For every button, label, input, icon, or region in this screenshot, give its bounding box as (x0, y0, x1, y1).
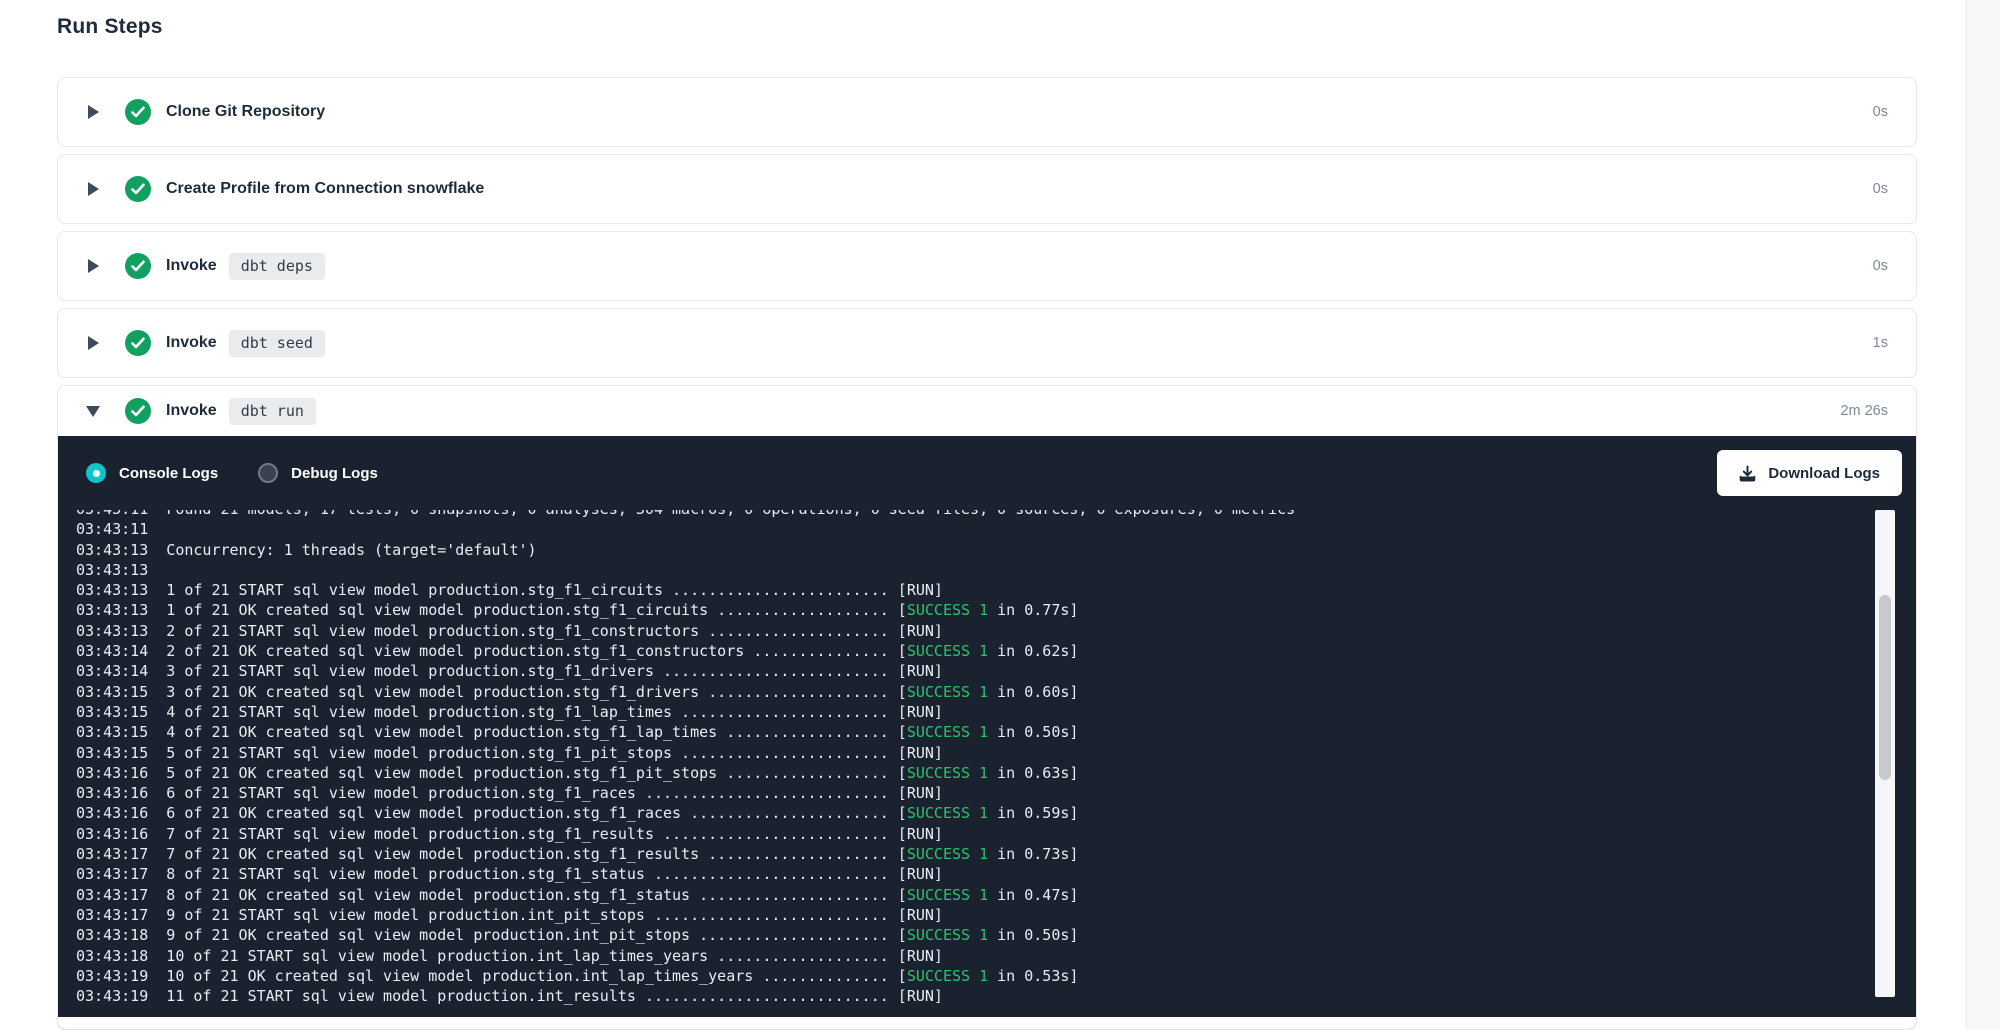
log-line: 03:43:11 (76, 519, 1916, 539)
log-lines: 03:43:11 Found 21 models, 17 tests, 0 sn… (76, 510, 1916, 1006)
log-status-success: SUCCESS 1 (907, 886, 988, 904)
log-line: 03:43:17 8 of 21 START sql view model pr… (76, 864, 1916, 884)
run-step-card: Clone Git Repository 0s (57, 77, 1917, 147)
log-status-success: SUCCESS 1 (907, 723, 988, 741)
download-icon (1739, 465, 1756, 482)
run-step-header[interactable]: Clone Git Repository 0s (58, 78, 1916, 146)
page-right-gutter (1966, 0, 2000, 1029)
debug-logs-radio[interactable]: Debug Logs (258, 463, 378, 483)
log-line: 03:43:16 5 of 21 OK created sql view mod… (76, 763, 1916, 783)
log-line: 03:43:19 11 of 21 START sql view model p… (76, 986, 1916, 1006)
expand-caret-icon[interactable] (86, 259, 100, 273)
log-line: 03:43:11 Found 21 models, 17 tests, 0 sn… (76, 510, 1916, 519)
log-status-success: SUCCESS 1 (907, 601, 988, 619)
log-line: 03:43:17 8 of 21 OK created sql view mod… (76, 885, 1916, 905)
log-scrollbar-thumb[interactable] (1879, 595, 1891, 780)
run-step-card: Invoke dbt deps 0s (57, 231, 1917, 301)
expand-caret-icon[interactable] (86, 404, 100, 418)
log-line: 03:43:18 10 of 21 START sql view model p… (76, 946, 1916, 966)
download-logs-button[interactable]: Download Logs (1717, 450, 1902, 496)
log-line: 03:43:18 9 of 21 OK created sql view mod… (76, 925, 1916, 945)
log-line: 03:43:13 2 of 21 START sql view model pr… (76, 621, 1916, 641)
run-step-card: Invoke dbt run 2m 26s Console Logs Debug… (57, 385, 1917, 1030)
page-title: Run Steps (57, 15, 1917, 39)
log-line: 03:43:14 2 of 21 OK created sql view mod… (76, 641, 1916, 661)
expand-caret-icon[interactable] (86, 336, 100, 350)
console-logs-radio[interactable]: Console Logs (86, 463, 218, 483)
debug-logs-label: Debug Logs (291, 465, 378, 482)
log-line: 03:43:19 10 of 21 OK created sql view mo… (76, 966, 1916, 986)
expand-caret-icon[interactable] (86, 182, 100, 196)
log-line: 03:43:15 5 of 21 START sql view model pr… (76, 743, 1916, 763)
log-line: 03:43:16 7 of 21 START sql view model pr… (76, 824, 1916, 844)
log-toolbar: Console Logs Debug Logs Download Logs (58, 436, 1916, 510)
success-check-icon (125, 176, 151, 202)
log-status-success: SUCCESS 1 (907, 642, 988, 660)
step-command-badge: dbt run (229, 398, 316, 425)
run-steps-section: Run Steps Clone Git Repository 0s Create… (57, 0, 1917, 1030)
run-steps-list: Clone Git Repository 0s Create Profile f… (57, 77, 1917, 1030)
step-duration: 0s (1873, 181, 1888, 197)
success-check-icon (125, 330, 151, 356)
run-step-header[interactable]: Create Profile from Connection snowflake… (58, 155, 1916, 223)
log-scrollbar-track[interactable] (1875, 510, 1895, 997)
log-line: 03:43:17 7 of 21 OK created sql view mod… (76, 844, 1916, 864)
log-line: 03:43:13 Concurrency: 1 threads (target=… (76, 540, 1916, 560)
step-label: Invoke (166, 257, 217, 275)
expanded-card-footer (58, 1017, 1916, 1029)
log-line: 03:43:15 4 of 21 START sql view model pr… (76, 702, 1916, 722)
success-check-icon (125, 99, 151, 125)
step-duration: 0s (1873, 104, 1888, 120)
log-line: 03:43:17 9 of 21 START sql view model pr… (76, 905, 1916, 925)
log-line: 03:43:13 1 of 21 OK created sql view mod… (76, 600, 1916, 620)
log-status-success: SUCCESS 1 (907, 764, 988, 782)
log-status-success: SUCCESS 1 (907, 845, 988, 863)
step-label: Invoke (166, 334, 217, 352)
console-logs-label: Console Logs (119, 465, 218, 482)
log-viewport[interactable]: 03:43:11 Found 21 models, 17 tests, 0 sn… (58, 510, 1916, 1017)
download-logs-label: Download Logs (1768, 465, 1880, 482)
log-line: 03:43:13 1 of 21 START sql view model pr… (76, 580, 1916, 600)
step-duration: 1s (1873, 335, 1888, 351)
log-line: 03:43:15 4 of 21 OK created sql view mod… (76, 722, 1916, 742)
step-label: Clone Git Repository (166, 103, 325, 121)
log-line: 03:43:13 (76, 560, 1916, 580)
step-label: Invoke (166, 402, 217, 420)
radio-selected-icon[interactable] (86, 463, 106, 483)
success-check-icon (125, 398, 151, 424)
run-step-header[interactable]: Invoke dbt deps 0s (58, 232, 1916, 300)
step-duration: 2m 26s (1840, 403, 1888, 419)
step-command-badge: dbt seed (229, 330, 325, 357)
run-step-header[interactable]: Invoke dbt seed 1s (58, 309, 1916, 377)
log-status-success: SUCCESS 1 (907, 926, 988, 944)
run-step-header[interactable]: Invoke dbt run 2m 26s (58, 386, 1916, 436)
console-log-panel: Console Logs Debug Logs Download Logs 03… (58, 436, 1916, 1029)
step-command-badge: dbt deps (229, 253, 325, 280)
step-label: Create Profile from Connection snowflake (166, 180, 484, 198)
log-status-success: SUCCESS 1 (907, 683, 988, 701)
log-line: 03:43:16 6 of 21 OK created sql view mod… (76, 803, 1916, 823)
log-line: 03:43:16 6 of 21 START sql view model pr… (76, 783, 1916, 803)
run-step-card: Invoke dbt seed 1s (57, 308, 1917, 378)
expand-caret-icon[interactable] (86, 105, 100, 119)
run-step-card: Create Profile from Connection snowflake… (57, 154, 1917, 224)
step-duration: 0s (1873, 258, 1888, 274)
log-status-success: SUCCESS 1 (907, 967, 988, 985)
success-check-icon (125, 253, 151, 279)
log-line: 03:43:15 3 of 21 OK created sql view mod… (76, 682, 1916, 702)
log-line: 03:43:14 3 of 21 START sql view model pr… (76, 661, 1916, 681)
radio-unselected-icon[interactable] (258, 463, 278, 483)
log-status-success: SUCCESS 1 (907, 804, 988, 822)
